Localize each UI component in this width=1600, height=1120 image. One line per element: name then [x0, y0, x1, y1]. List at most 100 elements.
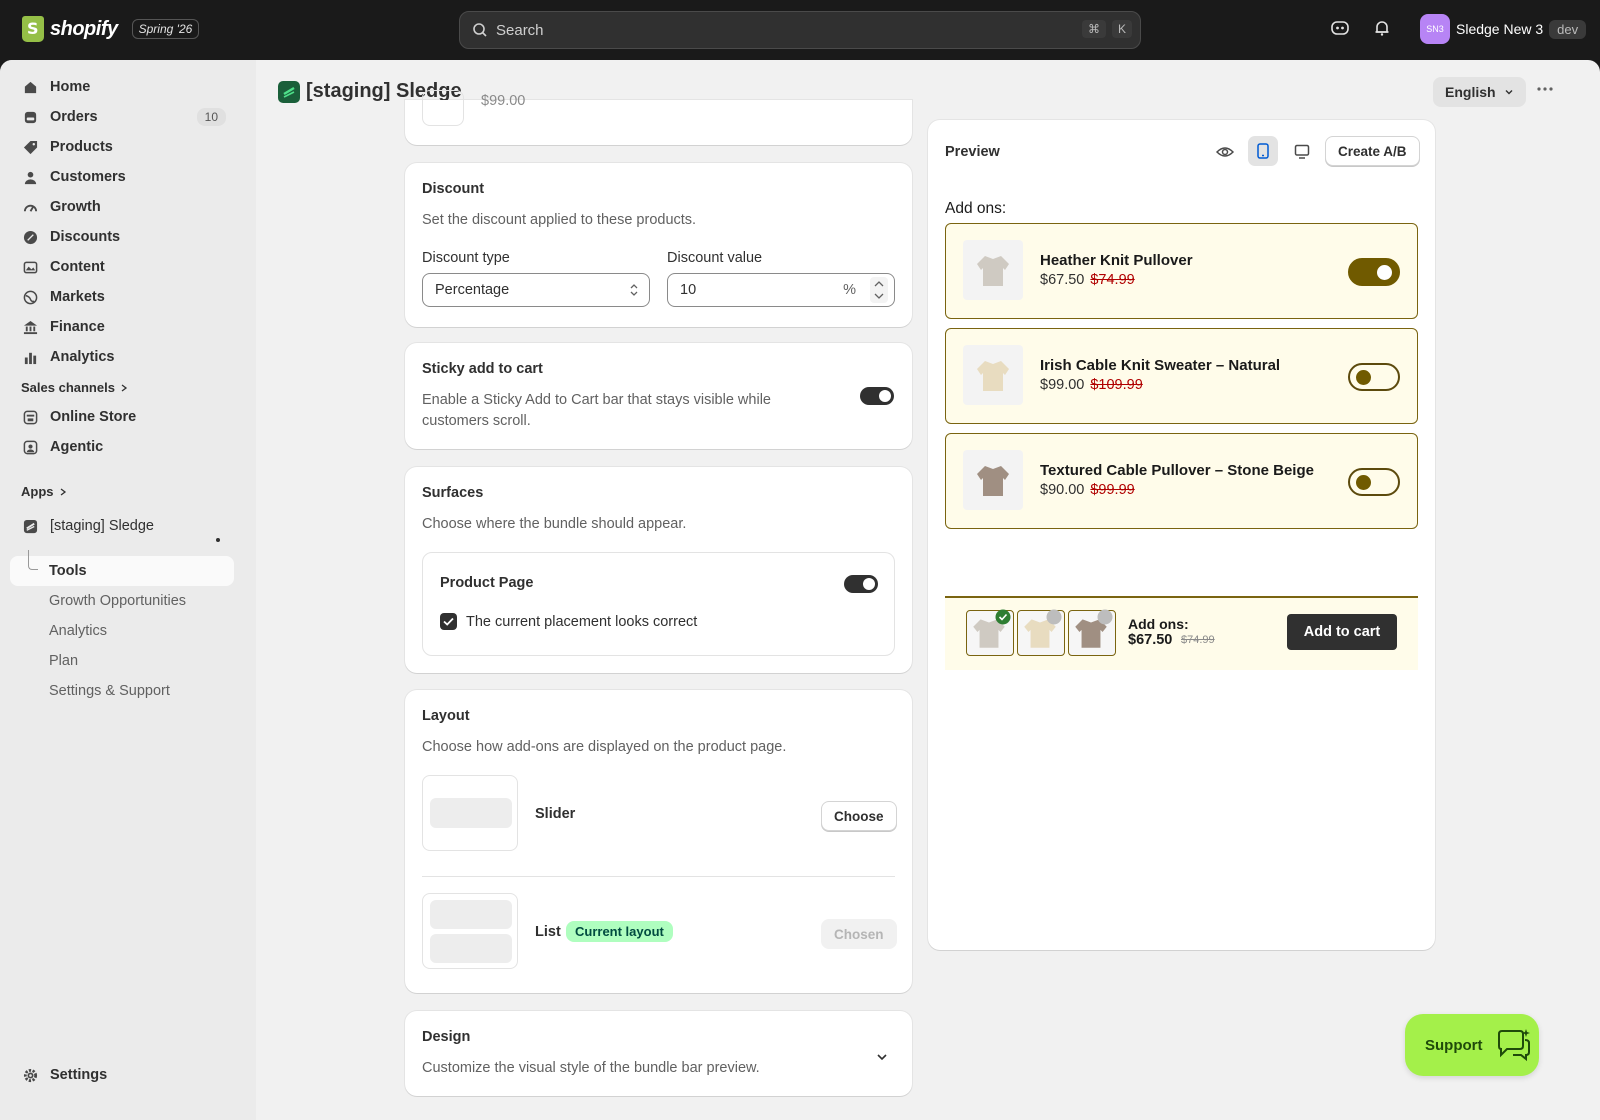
choose-slider-button[interactable]: Choose	[821, 801, 897, 831]
chevron-down-icon	[1505, 90, 1513, 95]
shopify-logo[interactable]: shopify Spring '26	[22, 16, 200, 42]
eye-icon[interactable]	[1216, 144, 1234, 160]
store-avatar: SN3	[1420, 14, 1450, 44]
sidebar-item-growth[interactable]: Growth	[10, 192, 234, 222]
add-to-cart-button[interactable]: Add to cart	[1287, 614, 1397, 650]
sidebar-item-label: Analytics	[50, 349, 115, 365]
sidebar-item-label: Markets	[50, 289, 105, 305]
bar-chart-icon	[22, 349, 38, 365]
sidebar-item-discounts[interactable]: Discounts	[10, 222, 234, 252]
sidebar-item-label: Customers	[50, 169, 126, 185]
sales-channels-label: Sales channels	[21, 380, 115, 395]
percent-suffix: %	[843, 282, 856, 298]
skeleton-block	[430, 798, 512, 828]
addon-name: Textured Cable Pullover – Stone Beige	[1040, 462, 1314, 479]
addon-item[interactable]: Irish Cable Knit Sweater – Natural $99.0…	[945, 328, 1418, 424]
admin-frame: Home Orders 10 Products Customers Growth…	[0, 60, 1600, 1120]
sidebar-item-settings[interactable]: Settings	[10, 1060, 234, 1090]
sidebar-sub-plan[interactable]: Plan	[49, 653, 78, 669]
sidebar-item-label: Settings	[50, 1067, 108, 1083]
support-button[interactable]: Support	[1405, 1014, 1539, 1076]
app-pin-dot	[216, 538, 220, 542]
addon-name: Heather Knit Pullover	[1040, 252, 1193, 269]
number-stepper-icon[interactable]	[870, 277, 888, 303]
skeleton-block	[430, 934, 512, 963]
discount-value-input[interactable]: 10 %	[667, 273, 895, 307]
product-page-surface: Product Page The current placement looks…	[422, 552, 895, 656]
tag-icon	[22, 139, 38, 155]
sidebar-item-label: Content	[50, 259, 105, 275]
sidebar-item-label: [staging] Sledge	[50, 518, 154, 534]
shortcut-key: K	[1111, 20, 1132, 38]
globe-icon	[22, 289, 38, 305]
sidebar-item-markets[interactable]: Markets	[10, 282, 234, 312]
sidebar-item-online-store[interactable]: Online Store	[10, 402, 234, 432]
placement-checkbox-row[interactable]: The current placement looks correct	[440, 613, 697, 630]
sidebar-sub-settings-support[interactable]: Settings & Support	[49, 683, 170, 699]
addon-sale-price: $99.00	[1040, 377, 1085, 393]
sidebar-item-app-sledge[interactable]: [staging] Sledge	[10, 511, 234, 541]
checkbox-checked-icon[interactable]	[440, 613, 457, 630]
apps-heading[interactable]: Apps	[21, 484, 68, 499]
discount-value-text: 10	[680, 282, 697, 298]
sidebar-sub-tools[interactable]: Tools	[49, 563, 87, 579]
bar-thumb[interactable]	[1068, 609, 1116, 656]
create-ab-button[interactable]: Create A/B	[1325, 136, 1420, 166]
sidebar-sub-growth-opportunities[interactable]: Growth Opportunities	[49, 593, 186, 609]
desktop-icon[interactable]	[1294, 144, 1310, 160]
sidebar-item-home[interactable]: Home	[10, 72, 234, 102]
store-name: Sledge New 3	[1456, 21, 1544, 37]
sidekick-icon[interactable]	[1330, 18, 1350, 38]
list-layout-label: List	[535, 924, 561, 940]
sidebar-item-agentic[interactable]: Agentic	[10, 432, 234, 462]
shopify-bag-icon	[22, 16, 44, 42]
content-icon	[22, 259, 38, 275]
sticky-toggle[interactable]	[860, 387, 894, 405]
addon-compare-price: $99.99	[1090, 482, 1135, 498]
product-page-toggle[interactable]	[844, 575, 878, 593]
sidebar-item-products[interactable]: Products	[10, 132, 234, 162]
more-actions-icon[interactable]	[1536, 86, 1554, 92]
brand-text: shopify	[50, 17, 118, 40]
addon-toggle[interactable]	[1348, 468, 1400, 496]
sidebar-item-label: Growth	[50, 199, 101, 215]
sticky-addon-bar: Add ons: $67.50 $74.99 Add to cart	[945, 596, 1418, 670]
sidebar-item-content[interactable]: Content	[10, 252, 234, 282]
bar-total-price: $67.50	[1128, 632, 1173, 648]
chosen-list-button[interactable]: Chosen	[821, 919, 897, 949]
bell-icon[interactable]	[1372, 18, 1392, 38]
home-icon	[22, 79, 38, 95]
design-card[interactable]: Design Customize the visual style of the…	[405, 1011, 912, 1096]
sales-channels-heading[interactable]: Sales channels	[21, 380, 129, 395]
addon-name: Irish Cable Knit Sweater – Natural	[1040, 357, 1281, 374]
discount-title: Discount	[422, 181, 485, 197]
store-menu[interactable]: SN3 Sledge New 3 dev	[1420, 14, 1587, 44]
sidebar-item-label: Finance	[50, 319, 105, 335]
mobile-view-toggle[interactable]	[1248, 136, 1278, 166]
sidebar-item-orders[interactable]: Orders 10	[10, 102, 234, 132]
search-icon	[473, 23, 487, 37]
sidebar-item-customers[interactable]: Customers	[10, 162, 234, 192]
surfaces-description: Choose where the bundle should appear.	[422, 516, 687, 532]
chat-bubble-icon	[1497, 1029, 1530, 1062]
addon-toggle[interactable]	[1348, 363, 1400, 391]
sidebar-sub-analytics[interactable]: Analytics	[49, 623, 107, 639]
addon-toggle[interactable]	[1348, 258, 1400, 286]
edition-badge: Spring '26	[131, 19, 200, 39]
chevron-right-icon	[121, 383, 128, 392]
chevron-down-icon[interactable]	[876, 1051, 888, 1063]
surfaces-title: Surfaces	[422, 485, 484, 501]
language-select[interactable]: English	[1433, 77, 1526, 107]
bar-thumb[interactable]	[1017, 609, 1065, 656]
product-thumb-partial	[422, 90, 464, 126]
sidebar-item-analytics[interactable]: Analytics	[10, 342, 234, 372]
bar-thumb-selected[interactable]	[966, 609, 1014, 656]
sidebar-item-label: Orders	[50, 109, 98, 125]
discount-type-select[interactable]: Percentage	[422, 273, 650, 307]
addon-item[interactable]: Textured Cable Pullover – Stone Beige $9…	[945, 433, 1418, 529]
search-input[interactable]: Search ⌘ K	[459, 11, 1141, 49]
bank-icon	[22, 319, 38, 335]
sidebar-item-finance[interactable]: Finance	[10, 312, 234, 342]
addon-item[interactable]: Heather Knit Pullover $67.50 $74.99	[945, 223, 1418, 319]
discount-description: Set the discount applied to these produc…	[422, 212, 697, 228]
